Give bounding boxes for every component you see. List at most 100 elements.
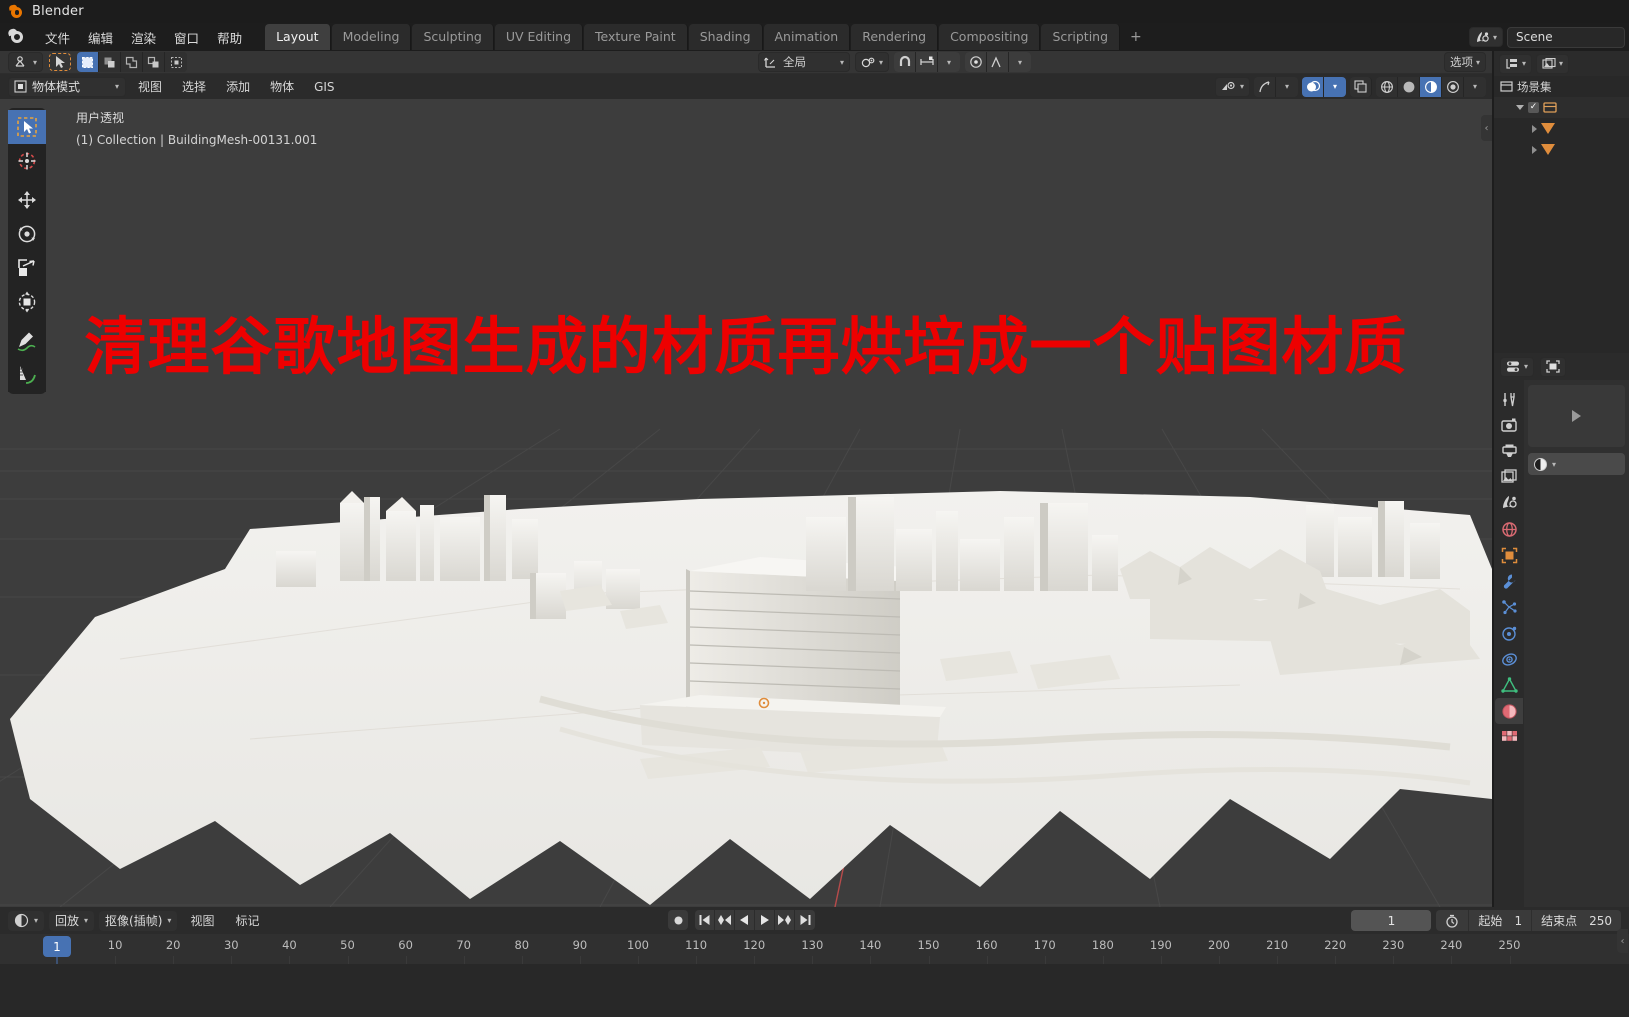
object-visibility-button[interactable]: ▾ bbox=[1214, 76, 1250, 97]
timeline-keyframe-area[interactable] bbox=[0, 964, 1629, 1017]
keying-dropdown-button[interactable]: 抠像(插帧) ▾ bbox=[99, 910, 178, 931]
collection-checkbox[interactable]: ✓ bbox=[1528, 102, 1539, 113]
wireframe-shading-button[interactable] bbox=[1376, 76, 1398, 97]
viewport-menu-gis[interactable]: GIS bbox=[306, 77, 342, 97]
menu-render[interactable]: 渲染 bbox=[122, 24, 165, 51]
chevron-right-icon[interactable] bbox=[1532, 124, 1537, 133]
falloff-dropdown-button[interactable]: ▾ bbox=[1009, 52, 1032, 72]
auto-key-button[interactable] bbox=[1436, 910, 1470, 931]
jump-to-end-button[interactable] bbox=[795, 910, 815, 930]
viewport-3d[interactable]: ▾ 全局 ▾ ▾ ▾ ▾ 选项 ▾ 物体模式 ▾ 视图 选择 添加 物体 GIS… bbox=[0, 51, 1492, 907]
outliner-row-object-1[interactable] bbox=[1494, 118, 1629, 139]
gizmo-dropdown-button[interactable]: ▾ bbox=[1276, 76, 1298, 97]
properties-tab-world[interactable] bbox=[1495, 516, 1523, 542]
properties-tab-view-layer[interactable] bbox=[1495, 464, 1523, 490]
viewport-menu-view[interactable]: 视图 bbox=[130, 75, 170, 98]
properties-tab-modifier[interactable] bbox=[1495, 568, 1523, 594]
scene-browse-button[interactable]: ▾ bbox=[1468, 27, 1503, 47]
properties-tab-scene[interactable] bbox=[1495, 490, 1523, 516]
properties-tab-constraints[interactable] bbox=[1495, 646, 1523, 672]
select-invert-button[interactable] bbox=[143, 52, 166, 72]
properties-tab-particles[interactable] bbox=[1495, 594, 1523, 620]
gizmo-toggle-button[interactable] bbox=[1254, 76, 1276, 97]
properties-tab-texture[interactable] bbox=[1495, 724, 1523, 750]
chevron-down-icon[interactable] bbox=[1516, 105, 1524, 110]
timeline-editor-type-button[interactable]: ▾ bbox=[8, 910, 45, 931]
viewport-menu-select[interactable]: 选择 bbox=[174, 75, 214, 98]
workspace-tab-sculpting[interactable]: Sculpting bbox=[412, 24, 494, 50]
properties-tab-tool[interactable] bbox=[1495, 386, 1523, 412]
timeline-playhead[interactable]: 1 bbox=[43, 936, 71, 957]
xray-toggle-button[interactable] bbox=[1350, 76, 1372, 97]
material-browse-row[interactable]: ▾ bbox=[1528, 453, 1625, 475]
timeline-ruler[interactable]: 1 10 20 30 40 50 60 70 80 90 100 110 120 130 140 150 160… bbox=[0, 934, 1629, 965]
outliner-row-collection[interactable]: ✓ bbox=[1494, 97, 1629, 118]
properties-tab-physics[interactable] bbox=[1495, 620, 1523, 646]
chevron-right-icon[interactable] bbox=[1532, 145, 1537, 154]
outliner-row-object-2[interactable] bbox=[1494, 139, 1629, 160]
viewport-sidebar-collapse-button[interactable]: ‹ bbox=[1481, 115, 1492, 141]
material-shading-button[interactable] bbox=[1420, 76, 1442, 97]
properties-tab-object-data[interactable] bbox=[1495, 672, 1523, 698]
jump-to-start-button[interactable] bbox=[695, 910, 715, 930]
scene-name-field[interactable]: Scene bbox=[1507, 26, 1625, 48]
maximize-editor-button[interactable] bbox=[1540, 356, 1567, 377]
material-preview-box[interactable] bbox=[1528, 385, 1625, 447]
tool-rotate[interactable] bbox=[8, 217, 46, 251]
frame-end-field[interactable]: 结束点 250 bbox=[1532, 910, 1621, 931]
workspace-tab-texture-paint[interactable]: Texture Paint bbox=[584, 24, 688, 50]
select-intersect-button[interactable] bbox=[165, 52, 188, 72]
select-new-button[interactable] bbox=[77, 52, 100, 72]
workspace-tab-modeling[interactable]: Modeling bbox=[331, 24, 412, 50]
outliner-row-scene-collection[interactable]: 场景集 bbox=[1494, 76, 1629, 97]
menu-file[interactable]: 文件 bbox=[36, 24, 79, 51]
playback-dropdown-button[interactable]: 回放 ▾ bbox=[49, 910, 95, 931]
properties-tab-render[interactable] bbox=[1495, 412, 1523, 438]
overlays-toggle-button[interactable] bbox=[1302, 76, 1324, 97]
menu-window[interactable]: 窗口 bbox=[165, 24, 208, 51]
blender-menu-icon[interactable] bbox=[6, 24, 32, 50]
record-button[interactable] bbox=[668, 910, 688, 930]
next-keyframe-button[interactable] bbox=[775, 910, 795, 930]
snap-dropdown-button[interactable]: ▾ bbox=[938, 52, 961, 72]
editor-type-button[interactable]: ▾ bbox=[1500, 356, 1535, 377]
properties-tab-material[interactable] bbox=[1495, 698, 1523, 724]
tool-select-box[interactable] bbox=[8, 110, 46, 144]
proportional-edit-button[interactable] bbox=[965, 52, 988, 72]
workspace-tab-scripting[interactable]: Scripting bbox=[1041, 24, 1121, 50]
tool-move[interactable] bbox=[8, 183, 46, 217]
tool-cursor[interactable] bbox=[8, 144, 46, 178]
snap-to-button[interactable] bbox=[916, 52, 939, 72]
prev-keyframe-button[interactable] bbox=[715, 910, 735, 930]
frame-start-field[interactable]: 起始 1 bbox=[1469, 910, 1533, 931]
viewport-options-button[interactable]: 选项 ▾ bbox=[1443, 52, 1486, 72]
select-extend-button[interactable] bbox=[99, 52, 122, 72]
viewport-menu-object[interactable]: 物体 bbox=[262, 75, 302, 98]
menu-edit[interactable]: 编辑 bbox=[79, 24, 122, 51]
timeline-menu-marker[interactable]: 标记 bbox=[227, 909, 267, 932]
tool-scale[interactable] bbox=[8, 251, 46, 285]
timeline-sidebar-collapse-button[interactable]: ‹ bbox=[1617, 929, 1628, 953]
workspace-tab-layout[interactable]: Layout bbox=[265, 24, 331, 50]
rendered-shading-button[interactable] bbox=[1442, 76, 1464, 97]
overlays-dropdown-button[interactable]: ▾ bbox=[1324, 76, 1346, 97]
snap-toggle-button[interactable] bbox=[894, 52, 917, 72]
workspace-tab-animation[interactable]: Animation bbox=[763, 24, 851, 50]
play-button[interactable] bbox=[755, 910, 775, 930]
tweak-mode-button[interactable] bbox=[49, 53, 72, 71]
properties-tab-output[interactable] bbox=[1495, 438, 1523, 464]
current-frame-field[interactable]: 1 bbox=[1351, 910, 1432, 931]
viewport-menu-add[interactable]: 添加 bbox=[218, 75, 258, 98]
interaction-mode-selector[interactable]: 物体模式 ▾ bbox=[8, 76, 127, 97]
workspace-tab-shading[interactable]: Shading bbox=[688, 24, 763, 50]
menu-help[interactable]: 帮助 bbox=[208, 24, 251, 51]
pivot-point-button[interactable]: ▾ bbox=[855, 52, 890, 72]
solid-shading-button[interactable] bbox=[1398, 76, 1420, 97]
workspace-tab-compositing[interactable]: Compositing bbox=[939, 24, 1041, 50]
active-tool-button[interactable]: ▾ bbox=[8, 52, 44, 72]
falloff-button[interactable] bbox=[987, 52, 1010, 72]
properties-tab-object[interactable] bbox=[1495, 542, 1523, 568]
select-subtract-button[interactable] bbox=[121, 52, 144, 72]
transform-orientation-button[interactable]: 全局 ▾ bbox=[758, 52, 851, 72]
outliner-filter-button[interactable]: ▾ bbox=[1536, 53, 1570, 74]
